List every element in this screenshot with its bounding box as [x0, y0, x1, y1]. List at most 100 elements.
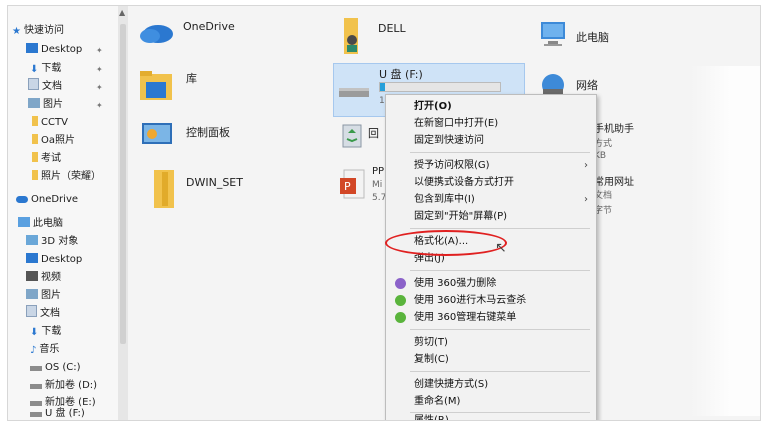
chevron-right-icon: ›	[584, 194, 588, 205]
drive-icon	[30, 366, 42, 371]
file-explorer-window: ★ 快速访问 Desktop ✦ ⬇ 下载 ✦ 文档 ✦ 图片 ✦ CCTV Oa照…	[8, 6, 760, 420]
item-label: DELL	[378, 22, 406, 35]
nav-item-drive-c[interactable]: OS (C:)	[30, 359, 81, 376]
context-menu: 打开(O) 在新窗口中打开(E) 固定到快速访问 授予访问权限(G) › 以便携式…	[385, 94, 597, 420]
folder-icon	[150, 166, 178, 210]
document-icon	[28, 78, 39, 90]
item-dell[interactable]: DELL	[338, 16, 458, 61]
capacity-bar	[379, 82, 501, 92]
chevron-right-icon: ›	[584, 160, 588, 171]
menu-360-force-delete[interactable]: 使用 360强力删除	[386, 275, 596, 292]
item-ppt-file[interactable]: P PP Mi 5.7	[338, 166, 388, 216]
item-label: 控制面板	[186, 126, 230, 139]
scroll-up-icon[interactable]: ▲	[119, 8, 125, 17]
item-this-pc[interactable]: 此电脑	[538, 20, 668, 65]
onedrive-cloud-icon	[138, 20, 174, 44]
computer-icon	[538, 20, 568, 52]
item-label: U 盘 (F:)	[379, 68, 423, 81]
item-control-panel[interactable]: 控制面板	[140, 118, 270, 158]
menu-include-library[interactable]: 包含到库中(I) ›	[386, 191, 596, 208]
pin-icon: ✦	[96, 83, 103, 92]
nav-item-videos[interactable]: 视频	[26, 269, 61, 286]
nav-item-onedrive[interactable]: OneDrive	[16, 191, 78, 208]
item-type-text: Mi	[372, 180, 383, 190]
item-label: OneDrive	[183, 20, 235, 33]
mouse-cursor-icon: ↖	[495, 240, 507, 256]
item-label: 网络	[576, 79, 598, 92]
folder-icon	[32, 152, 38, 162]
pin-icon: ✦	[96, 101, 103, 110]
nav-item-desktop[interactable]: Desktop	[26, 41, 82, 58]
nav-scrollbar[interactable]: ▲	[118, 6, 128, 420]
item-label: DWIN_SET	[186, 176, 243, 189]
nav-item-pictures-2[interactable]: 图片	[26, 287, 61, 304]
menu-open-portable[interactable]: 以便携式设备方式打开	[386, 174, 596, 191]
nav-quick-access[interactable]: ★ 快速访问	[12, 22, 64, 39]
download-icon: ⬇	[30, 64, 39, 75]
desktop-icon	[26, 43, 38, 53]
user-folder-icon	[338, 16, 366, 56]
menu-properties[interactable]: 属性(R)	[386, 412, 596, 420]
nav-item-drive-d[interactable]: 新加卷 (D:)	[30, 377, 97, 394]
item-label: 库	[186, 72, 197, 85]
download-icon: ⬇	[30, 327, 39, 338]
menu-separator	[410, 270, 590, 271]
item-label: 此电脑	[576, 31, 609, 44]
scrollbar-thumb[interactable]	[120, 24, 126, 344]
menu-360-manage-menu[interactable]: 使用 360管理右键菜单	[386, 309, 596, 326]
highlight-ellipse	[385, 230, 507, 256]
menu-rename[interactable]: 重命名(M)	[386, 393, 596, 410]
nav-item-this-pc[interactable]: 此电脑	[18, 215, 63, 232]
nav-item-honor-photos[interactable]: 照片（荣耀）	[32, 168, 101, 185]
item-recycle-bin[interactable]: 回	[338, 119, 379, 159]
menu-360-trojan-scan[interactable]: 使用 360进行木马云查杀	[386, 292, 596, 309]
control-panel-icon	[140, 120, 174, 148]
menu-open-new-window[interactable]: 在新窗口中打开(E)	[386, 115, 596, 132]
nav-item-documents[interactable]: 文档	[28, 78, 62, 95]
cube-icon	[26, 235, 38, 245]
nav-item-exam[interactable]: 考试	[32, 150, 61, 167]
capacity-bar-fill	[380, 83, 385, 91]
menu-copy[interactable]: 复制(C)	[386, 351, 596, 368]
nav-item-pictures[interactable]: 图片	[28, 96, 63, 113]
menu-cut[interactable]: 剪切(T)	[386, 334, 596, 351]
menu-open[interactable]: 打开(O)	[386, 98, 596, 115]
nav-item-3d-objects[interactable]: 3D 对象	[26, 233, 78, 250]
music-icon: ♪	[30, 345, 37, 356]
360-scan-icon	[395, 295, 406, 306]
menu-pin-quick-access[interactable]: 固定到快速访问	[386, 132, 596, 149]
desktop-icon	[26, 253, 38, 263]
item-dwin-set[interactable]: DWIN_SET	[150, 166, 280, 216]
photo-frame: ★ 快速访问 Desktop ✦ ⬇ 下载 ✦ 文档 ✦ 图片 ✦ CCTV Oa照…	[0, 0, 763, 428]
pin-icon: ✦	[96, 46, 103, 55]
drive-icon	[30, 384, 42, 389]
nav-item-oa-photos[interactable]: Oa照片	[32, 132, 75, 149]
item-onedrive[interactable]: OneDrive	[138, 16, 258, 56]
menu-separator	[410, 228, 590, 229]
nav-item-music[interactable]: ♪ 音乐	[30, 341, 59, 358]
library-folder-icon	[138, 68, 176, 102]
menu-give-access[interactable]: 授予访问权限(G) ›	[386, 157, 596, 174]
menu-create-shortcut[interactable]: 创建快捷方式(S)	[386, 376, 596, 393]
item-library[interactable]: 库	[138, 64, 258, 109]
powerpoint-file-icon: P	[338, 168, 366, 202]
usb-drive-icon	[30, 412, 42, 417]
folder-icon	[32, 116, 38, 126]
nav-item-downloads[interactable]: ⬇ 下载	[30, 60, 61, 77]
picture-icon	[26, 289, 38, 299]
nav-item-drive-f[interactable]: U 盘 (F:)	[30, 405, 85, 420]
cloud-icon	[16, 196, 28, 203]
photo-glare	[690, 66, 760, 416]
folder-icon	[32, 170, 38, 180]
picture-icon	[28, 98, 40, 108]
item-label: PP	[372, 166, 385, 177]
nav-item-cctv[interactable]: CCTV	[32, 114, 68, 131]
menu-pin-start[interactable]: 固定到"开始"屏幕(P)	[386, 208, 596, 225]
pin-icon: ✦	[96, 65, 103, 74]
nav-item-downloads-2[interactable]: ⬇ 下载	[30, 323, 61, 340]
star-icon: ★	[12, 26, 21, 37]
nav-item-documents-2[interactable]: 文档	[26, 305, 60, 322]
360-manage-icon	[395, 312, 406, 323]
nav-item-desktop-2[interactable]: Desktop	[26, 251, 82, 268]
item-common-sites-label: 常用网址	[594, 177, 634, 188]
